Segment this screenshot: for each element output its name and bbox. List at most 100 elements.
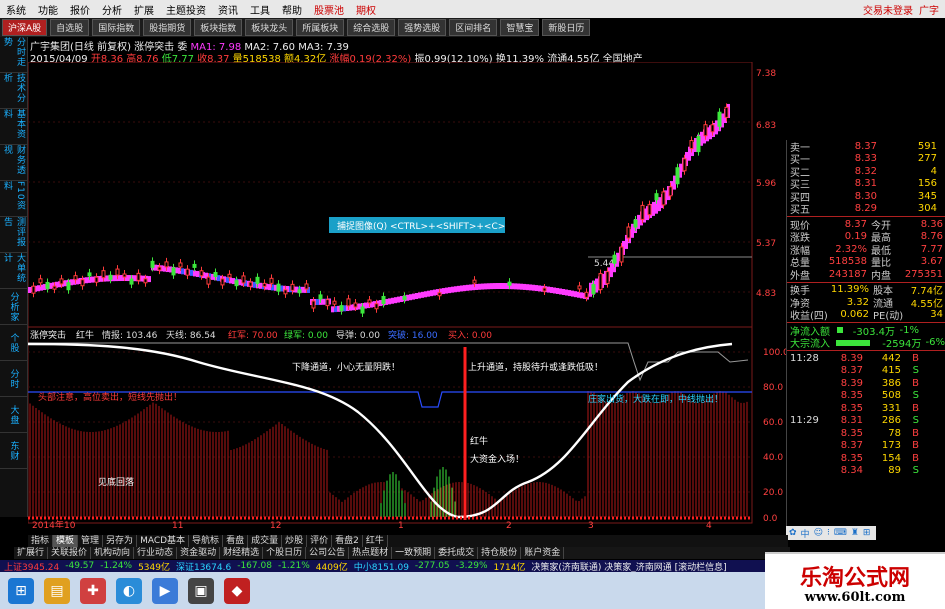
extension-tab[interactable]: 持仓股份 xyxy=(478,547,522,559)
indicator-tab[interactable]: 看盘2 xyxy=(332,535,363,547)
menu-news[interactable]: 资讯 xyxy=(212,2,244,17)
indicator-tab[interactable]: 指标 xyxy=(28,535,54,547)
trade-login-status[interactable]: 交易未登录 xyxy=(863,2,913,17)
toolbar-sh-sz-a[interactable]: 沪深A股 xyxy=(2,19,48,36)
menu-theme-invest[interactable]: 主题投资 xyxy=(160,2,212,17)
order-volume: 4 xyxy=(930,165,937,177)
file-explorer-icon[interactable]: ▤ xyxy=(44,577,70,604)
sz-index[interactable]: 深证13674.6 xyxy=(176,560,231,573)
left-tab[interactable]: 大盘 xyxy=(0,397,28,433)
extension-tab[interactable]: 热点题材 xyxy=(349,547,393,559)
ma-band-segment xyxy=(430,290,433,297)
sz-pct: -1.21% xyxy=(277,561,310,571)
browser-icon[interactable]: ◐ xyxy=(116,577,142,604)
candle-body xyxy=(290,283,295,291)
indicator-tab[interactable]: 红牛 xyxy=(363,535,388,547)
extension-tab[interactable]: 资金驱动 xyxy=(177,547,221,559)
kline-chart-area[interactable]: 5.44 7.38 6.83 5.96 5.37 4.83 涨停突击 红牛 情报… xyxy=(28,62,786,528)
menu-help[interactable]: 帮助 xyxy=(276,2,308,17)
menu-stock-pool[interactable]: 股票池 xyxy=(308,2,350,17)
chinese-input-icon[interactable]: 中 xyxy=(801,527,810,540)
ma-band-segment xyxy=(526,284,529,291)
order-book-row[interactable]: 买五 8.29 304 xyxy=(787,203,945,216)
grid-icon[interactable]: ⊞ xyxy=(863,528,871,538)
toolbar-smart[interactable]: 智慧宝 xyxy=(500,19,540,36)
menu-function[interactable]: 功能 xyxy=(32,2,64,17)
toolbar-range-rank[interactable]: 区间排名 xyxy=(449,19,498,36)
paw-icon[interactable]: ✿ xyxy=(789,528,797,538)
candle-body xyxy=(437,292,442,297)
left-tab[interactable]: 财务透视 xyxy=(0,145,28,181)
menu-analysis[interactable]: 分析 xyxy=(96,2,128,17)
capture-image-tooltip[interactable]: 捕捉图像(Q) <CTRL>+<SHIFT>+<C> xyxy=(329,217,505,233)
toolbar-composite-pick[interactable]: 综合选股 xyxy=(347,19,396,36)
sh-index[interactable]: 上证3945.24 xyxy=(4,560,59,573)
indicator-tab[interactable]: MACD基本 xyxy=(137,535,190,547)
tick-volume: 173 xyxy=(881,440,901,452)
shirt-icon[interactable]: ♜ xyxy=(851,528,859,538)
extension-tab[interactable]: 行业动态 xyxy=(134,547,178,559)
menu-extend[interactable]: 扩展 xyxy=(128,2,160,17)
windows-start-icon[interactable]: ⊞ xyxy=(8,577,34,604)
app-icon[interactable]: ▣ xyxy=(188,577,214,604)
extension-tab[interactable]: 个股日历 xyxy=(263,547,307,559)
left-tab[interactable]: 分时 xyxy=(0,361,28,397)
ma-band-segment xyxy=(391,297,394,304)
candle-body xyxy=(381,295,386,304)
media-player-icon[interactable]: ▶ xyxy=(152,577,178,604)
price-tick: 5.96 xyxy=(756,179,776,189)
trading-app-icon[interactable]: ◆ xyxy=(224,577,250,604)
extension-tab[interactable]: 公司公告 xyxy=(306,547,350,559)
left-tab[interactable]: 个股 xyxy=(0,325,28,361)
quote-label: PE(动) xyxy=(873,311,904,323)
indicator-tab[interactable]: 导航标 xyxy=(189,535,224,547)
news-ticker[interactable]: 决策家(济南联通) 决策家_济南网通 [滚动栏信息] xyxy=(531,560,726,573)
extension-tab[interactable]: 财经精选 xyxy=(220,547,264,559)
indicator-tab[interactable]: 模板 xyxy=(53,535,79,547)
left-tab[interactable]: 分时走势 xyxy=(0,37,28,73)
left-tab[interactable]: F10资料 xyxy=(0,181,28,217)
tick-row: 8.39 386 B xyxy=(787,377,945,390)
extension-tab[interactable]: 委托成交 xyxy=(435,547,479,559)
toolbar-ipo-calendar[interactable]: 新股日历 xyxy=(542,19,591,36)
annotation-distribution: 庄家出货，大跌在即，中线抛出！ xyxy=(588,393,723,405)
left-tab[interactable]: 东财 xyxy=(0,433,28,469)
tick-volume: 508 xyxy=(881,390,901,402)
toolbar-belonging-sector[interactable]: 所属板块 xyxy=(296,19,345,36)
toolbar-strong-pick[interactable]: 强势选股 xyxy=(398,19,447,36)
gift-app-icon[interactable]: ✚ xyxy=(80,577,106,604)
toolbar-sector-leaders[interactable]: 板块龙头 xyxy=(245,19,294,36)
extension-tab[interactable]: 机构动向 xyxy=(91,547,135,559)
indicator-tab[interactable]: 成交量 xyxy=(248,535,283,547)
toolbar-watchlist[interactable]: 自选股 xyxy=(50,19,90,36)
menu-tools[interactable]: 工具 xyxy=(244,2,276,17)
extension-tab[interactable]: 一致预期 xyxy=(392,547,436,559)
candle-body xyxy=(143,278,148,284)
indicator-tab[interactable]: 看盘 xyxy=(223,535,249,547)
left-tab[interactable]: 测评报告 xyxy=(0,217,28,253)
left-tab[interactable]: 基本资料 xyxy=(0,109,28,145)
keyboard-icon[interactable]: ⌨ xyxy=(834,528,847,538)
indicator-tab[interactable]: 炒股 xyxy=(282,535,308,547)
extension-tab[interactable]: 账户资金 xyxy=(521,547,565,559)
quote-label: 外盘 xyxy=(790,270,810,282)
extension-tab[interactable]: 关联报价 xyxy=(48,547,92,559)
menu-quote[interactable]: 报价 xyxy=(64,2,96,17)
menu-options[interactable]: 期权 xyxy=(350,2,382,17)
tick-price: 8.31 xyxy=(840,415,863,427)
extension-tab[interactable]: 扩展行 xyxy=(14,547,49,559)
toolbar-index-futures[interactable]: 股指期货 xyxy=(143,19,192,36)
indicator-tab[interactable]: 另存为 xyxy=(103,535,138,547)
toolbar-sector-index[interactable]: 板块指数 xyxy=(194,19,243,36)
indicator-tab[interactable]: 评价 xyxy=(307,535,333,547)
menu-system[interactable]: 系统 xyxy=(0,2,32,17)
left-tab[interactable]: 大单统计 xyxy=(0,253,28,289)
dots-icon[interactable]: ⁝ xyxy=(827,528,830,538)
zx-index[interactable]: 中小8151.09 xyxy=(354,560,409,573)
left-tab[interactable]: 技术分析 xyxy=(0,73,28,109)
emoji-icon[interactable]: ☺ xyxy=(814,528,823,538)
ma-band-segment xyxy=(226,276,229,283)
toolbar-intl-index[interactable]: 国际指数 xyxy=(92,19,141,36)
indicator-tab[interactable]: 管理 xyxy=(78,535,104,547)
left-tab[interactable]: 分析家 xyxy=(0,289,28,325)
